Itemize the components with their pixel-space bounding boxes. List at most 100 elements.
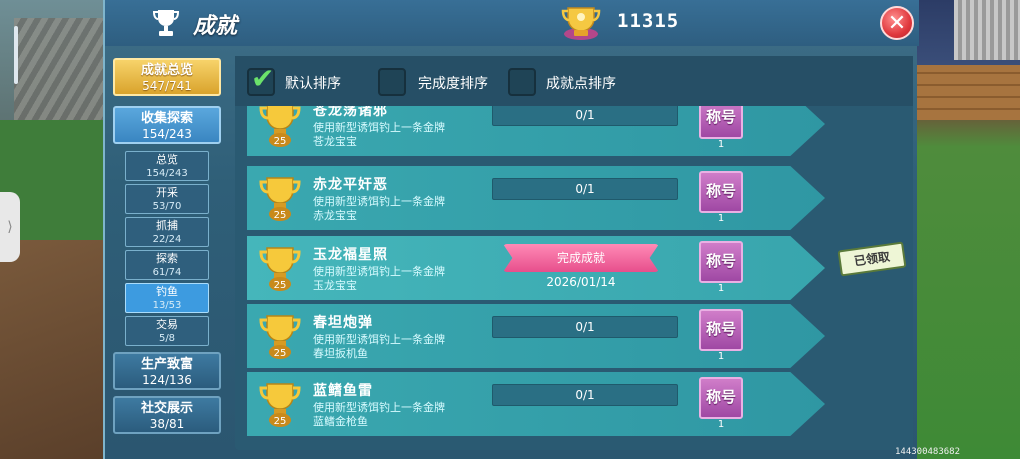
achievement-target: 蓝鳍金枪鱼 [313,415,368,428]
achievement-progress: 0/1 [492,384,678,406]
nav-sub-fishing[interactable]: 钓鱼 13/53 [125,283,209,313]
tank-structure [954,0,1020,60]
achievement-desc-line: 使用新型诱饵钓上一条金牌 [313,265,445,278]
nav-social-label: 社交展示 [140,401,193,416]
sort-completion-checkbox[interactable] [378,68,406,96]
achievement-title: 赤龙平奸恶 [313,177,388,193]
achievement-row[interactable]: 25 春坦炮弹 使用新型诱饵钓上一条金牌 春坦扳机鱼 0/1 称号 1 [247,304,825,368]
achievement-description: 使用新型诱饵钓上一条金牌 苍龙宝宝 [313,121,445,149]
nav-sub-label: 交易 [156,318,178,331]
nav-sub-overview[interactable]: 总览 154/243 [125,151,209,181]
nav-sub-count: 53/70 [152,201,182,212]
sort-completion-label: 完成度排序 [418,76,488,92]
achievement-row[interactable]: 25 赤龙平奸恶 使用新型诱饵钓上一条金牌 赤龙宝宝 0/1 称号 1 [247,166,825,230]
gold-trophy-icon: 25 [259,315,301,359]
nav-collect-label: 收集探索 [140,111,193,126]
nav-overview-button[interactable]: 成就总览 547/741 [113,58,221,96]
achievement-title: 蓝鳍鱼雷 [313,383,373,399]
dirt-area [0,240,110,459]
sort-default-checkbox[interactable]: ✔ [247,64,275,96]
achievement-row-completed[interactable]: 25 玉龙福星照 使用新型诱饵钓上一条金牌 玉龙宝宝 完成成就 2026/01/… [247,236,825,300]
sort-points-checkbox[interactable] [508,68,536,96]
achievement-desc-line: 使用新型诱饵钓上一条金牌 [313,195,445,208]
nav-collect-count: 154/243 [142,127,192,141]
achievement-desc-line: 使用新型诱饵钓上一条金牌 [313,401,445,414]
achievement-row[interactable]: 25 蓝鳍鱼雷 使用新型诱饵钓上一条金牌 蓝鳍金枪鱼 0/1 称号 1 [247,372,825,436]
achievement-description: 使用新型诱饵钓上一条金牌 蓝鳍金枪鱼 [313,401,445,429]
sort-bar: ✔ 默认排序 完成度排序 成就点排序 [235,56,913,106]
achievement-panel: 成就 11315 ✕ 成就总览 547/741 收集探索 154/243 总览 … [103,0,919,459]
achievement-target: 玉龙宝宝 [313,279,357,292]
nav-sub-trade[interactable]: 交易 5/8 [125,316,209,346]
page-title: 成就 [193,14,238,39]
close-button[interactable]: ✕ [880,6,914,40]
achievement-description: 使用新型诱饵钓上一条金牌 春坦扳机鱼 [313,333,445,361]
checkmark-icon: ✔ [251,62,275,95]
nav-sub-count: 61/74 [152,267,182,278]
achievement-title: 玉龙福星照 [313,247,388,263]
nav-sub-label: 钓鱼 [156,285,178,298]
achievement-progress: 0/1 [492,178,678,200]
nav-sub-explore[interactable]: 探索 61/74 [125,250,209,280]
gold-trophy-icon: 25 [259,247,301,291]
completion-date: 2026/01/14 [546,275,616,289]
trophy-level: 25 [274,210,287,221]
title-bar: 成就 11315 ✕ [105,0,919,46]
achievement-target: 苍龙宝宝 [313,135,357,148]
nav-social-button[interactable]: 社交展示 38/81 [113,396,221,434]
nav-social-count: 38/81 [149,417,185,431]
nav-sub-label: 开采 [156,186,178,199]
side-drawer-handle[interactable]: ⟩ [0,192,20,262]
reward-count: 1 [717,351,725,362]
completed-ribbon: 完成成就 [503,244,659,272]
nav-produce-count: 124/136 [142,373,192,387]
achievement-desc-line: 使用新型诱饵钓上一条金牌 [313,121,445,134]
title-reward-badge[interactable]: 称号 [699,106,743,139]
nav-produce-button[interactable]: 生产致富 124/136 [113,352,221,390]
achievement-desc-line: 使用新型诱饵钓上一条金牌 [313,333,445,346]
nav-sub-mining[interactable]: 开采 53/70 [125,184,209,214]
nav-sub-label: 抓捕 [156,219,178,232]
nav-sub-count: 5/8 [158,333,176,344]
achievement-title: 春坦炮弹 [313,315,373,331]
nav-sub-capture[interactable]: 抓捕 22/24 [125,217,209,247]
achievement-title: 苍龙荡诸邪 [313,106,388,119]
achievement-target: 赤龙宝宝 [313,209,357,222]
achievement-list[interactable]: 25 苍龙荡诸邪 使用新型诱饵钓上一条金牌 苍龙宝宝 0/1 称号 1 25 赤… [247,106,913,446]
trophy-icon [153,10,179,36]
title-reward-badge[interactable]: 称号 [699,171,743,213]
trophy-level: 25 [274,280,287,291]
title-reward-badge[interactable]: 称号 [699,309,743,351]
hut-roof [14,18,110,128]
player-id: 144300483682 [895,447,961,457]
nav-collect-button[interactable]: 收集探索 154/243 [113,106,221,144]
nav-sub-count: 154/243 [146,168,188,179]
gold-trophy-icon: 25 [259,177,301,221]
nav-sub-label: 总览 [156,153,178,166]
game-background-right [916,0,1020,459]
trophy-level: 25 [274,348,287,359]
nav-sub-count: 22/24 [152,234,182,245]
side-indicator [14,26,18,84]
reward-count: 1 [717,213,725,224]
achievement-description: 使用新型诱饵钓上一条金牌 赤龙宝宝 [313,195,445,223]
title-reward-badge[interactable]: 称号 [699,241,743,283]
claimed-stamp: 已领取 [837,241,907,277]
achievement-target: 春坦扳机鱼 [313,347,368,360]
gold-trophy-icon: 25 [259,383,301,427]
nav-produce-label: 生产致富 [140,357,193,372]
achievement-list-area: ✔ 默认排序 完成度排序 成就点排序 25 苍龙荡诸邪 使用新型诱饵钓上一条金牌 [235,56,913,450]
trophy-level: 25 [274,136,287,147]
sort-default-label: 默认排序 [285,76,341,92]
reward-count: 1 [717,419,725,430]
gold-trophy-icon: 25 [259,106,301,147]
nav-sub-count: 13/53 [152,300,182,311]
reward-count: 1 [717,139,725,150]
achievement-progress: 0/1 [492,316,678,338]
title-reward-badge[interactable]: 称号 [699,377,743,419]
achievement-progress: 0/1 [492,106,678,126]
sort-points-label: 成就点排序 [546,76,616,92]
reward-count: 1 [717,283,725,294]
trophy-level: 25 [274,416,287,427]
achievement-row[interactable]: 25 苍龙荡诸邪 使用新型诱饵钓上一条金牌 苍龙宝宝 0/1 称号 1 [247,106,825,156]
